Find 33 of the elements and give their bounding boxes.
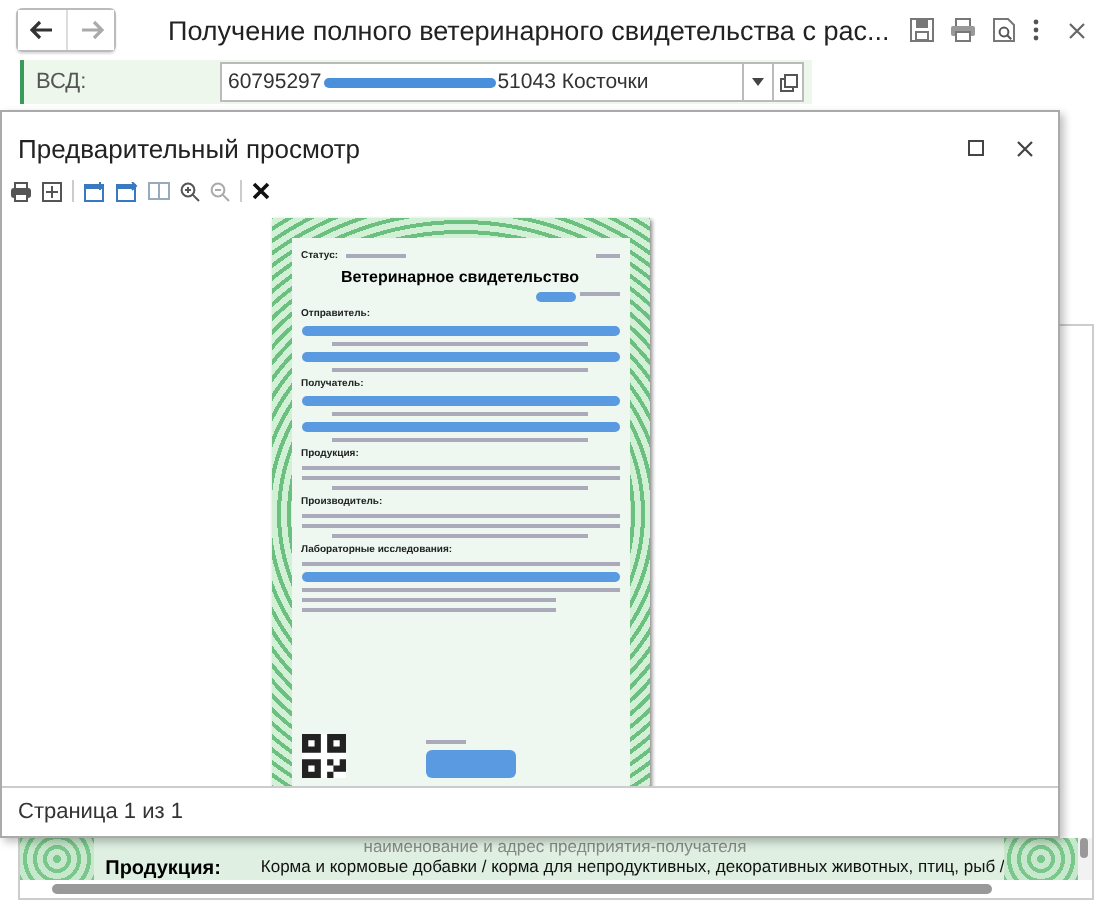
page-setup-icon[interactable] [84,181,106,201]
qr-code-icon [301,734,345,778]
certificate-heading: Ветеринарное свидетельство [339,268,581,286]
ornament-border [20,838,94,880]
close-icon[interactable] [1016,139,1034,157]
print-icon[interactable] [10,181,32,201]
open-button[interactable] [772,62,804,102]
redaction-mark [535,292,575,302]
vsd-label: ВСД: [36,70,89,94]
redaction-mark [425,750,515,778]
preview-icon[interactable] [992,18,1016,42]
forward-arrow-icon [79,20,103,40]
close-icon[interactable] [252,182,270,200]
print-icon[interactable] [950,18,976,42]
fit-page-icon[interactable] [42,181,62,201]
more-icon[interactable] [1032,18,1040,42]
maximize-icon[interactable] [968,140,984,156]
vsd-field[interactable]: 60795297 51043 Косточки [220,62,744,102]
product-label: Продукция: [105,858,221,880]
ornament-border [1004,838,1078,880]
page-setup-icon[interactable] [116,181,138,201]
save-icon[interactable] [910,18,934,42]
zoom-in-icon[interactable] [180,181,200,201]
back-button[interactable] [18,10,66,50]
product-text: Корма и кормовые добавки / корма для непродуктивных, декоративных животных, птиц, рыб / [260,856,1005,876]
window-title: Получение полного ветеринарного свидетельства с рас... [168,15,892,45]
dropdown-button[interactable] [742,62,774,102]
dialog-title: Предварительный просмотр [18,133,363,163]
page-counter: Страница 1 из 1 [16,798,185,828]
copy-icon [779,73,797,91]
caret-icon [752,78,764,86]
field-caption: наименование и адрес предприятия-получателя [361,838,749,856]
back-arrow-icon [30,20,54,40]
